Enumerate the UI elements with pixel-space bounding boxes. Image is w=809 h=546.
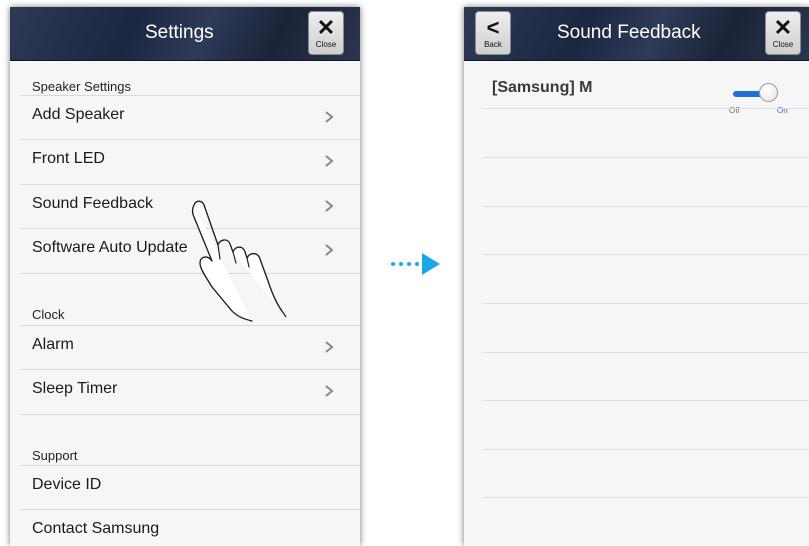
page-title: Sound Feedback [557,22,701,43]
settings-item-label: Front LED [32,150,105,167]
list-divider [482,254,809,255]
close-button[interactable]: ✕ Close [308,11,344,55]
section-header-clock: Clock [32,307,65,322]
list-divider [482,497,809,498]
close-button-label: Close [315,40,337,49]
dotted-arrow-icon [391,253,440,275]
list-divider [482,157,809,158]
list-divider [482,206,809,207]
list-divider [482,449,809,450]
list-divider [482,352,809,353]
sound-feedback-navbar: < Back Sound Feedback ✕ Close [464,7,809,61]
settings-screen: Settings ✕ Close Speaker Settings Add Sp… [10,7,360,546]
settings-item-add-speaker[interactable]: Add Speaker [20,95,360,140]
sound-feedback-screen: < Back Sound Feedback ✕ Close [Samsung] … [464,7,809,546]
section-header-speaker-settings: Speaker Settings [32,79,132,94]
hand-pointer-icon [191,200,287,322]
chevron-right-icon [325,244,334,256]
settings-item-alarm[interactable]: Alarm [20,325,360,370]
close-button-label: Close [772,40,794,49]
settings-item-label: Sound Feedback [32,195,153,212]
device-name: [Samsung] M [492,79,593,96]
close-icon: ✕ [773,15,793,40]
chevron-right-icon [325,341,334,353]
list-divider [482,108,809,109]
sound-feedback-toggle[interactable]: Off On [729,81,791,115]
settings-item-device-id[interactable]: Device ID [20,465,360,510]
divider [20,414,360,415]
back-button[interactable]: < Back [475,11,511,55]
settings-item-label: Sleep Timer [32,380,118,397]
chevron-right-icon [325,155,334,167]
chevron-right-icon [325,385,334,397]
settings-item-label: Alarm [32,336,74,353]
back-chevron-icon: < [486,15,500,40]
settings-navbar: Settings ✕ Close [10,7,360,61]
settings-item-label: Add Speaker [32,106,125,123]
settings-item-front-led[interactable]: Front LED [20,139,360,184]
close-icon: ✕ [316,15,336,40]
close-button[interactable]: ✕ Close [765,11,801,55]
chevron-right-icon [325,111,334,123]
settings-item-sleep-timer[interactable]: Sleep Timer [20,369,360,414]
chevron-right-icon [325,200,334,212]
back-button-label: Back [484,40,502,49]
list-divider [482,303,809,304]
settings-item-label: Device ID [32,476,102,493]
toggle-knob [759,83,778,102]
settings-item-label: Software Auto Update [32,239,188,256]
section-header-support: Support [32,448,78,463]
list-divider [482,400,809,401]
settings-item-label: Contact Samsung [32,520,160,537]
settings-item-contact-samsung[interactable]: Contact Samsung [20,509,360,546]
page-title: Settings [145,22,214,43]
